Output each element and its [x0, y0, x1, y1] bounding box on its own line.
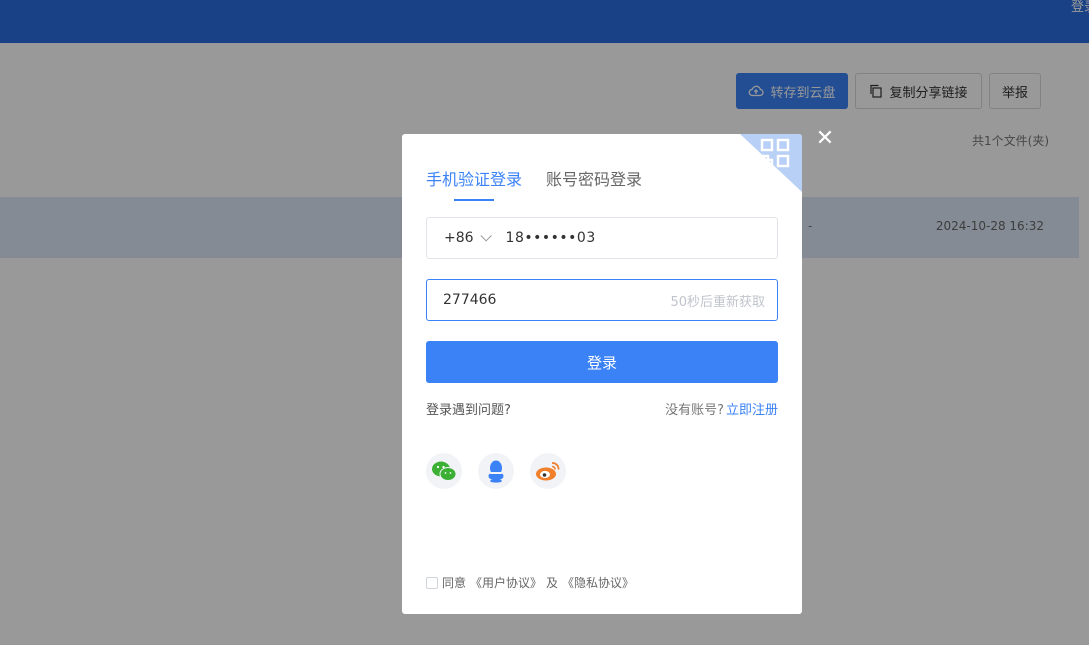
chevron-down-icon	[480, 230, 492, 242]
verification-code-input[interactable]: 277466	[443, 292, 496, 308]
tab-password-login[interactable]: 账号密码登录	[546, 166, 642, 201]
login-help-link[interactable]: 登录遇到问题?	[426, 399, 511, 418]
no-account-text: 没有账号?	[665, 403, 724, 418]
agreement-checkbox[interactable]	[426, 576, 438, 589]
country-code-value: +86	[444, 230, 474, 246]
agreement-prefix: 同意	[442, 576, 467, 590]
wechat-icon[interactable]	[426, 453, 462, 489]
login-button[interactable]: 登录	[426, 341, 778, 383]
agreement-row: 同意 《用户协议》及《隐私协议》	[426, 574, 634, 591]
login-modal: 手机验证登录 账号密码登录 +86 18••••••03 277466 50秒后…	[402, 134, 802, 614]
phone-field[interactable]: +86 18••••••03	[426, 217, 778, 259]
country-code-select[interactable]: +86	[444, 230, 492, 246]
agreement-and: 及	[546, 576, 559, 590]
register-prompt: 没有账号? 立即注册	[665, 399, 778, 418]
weibo-icon[interactable]	[530, 453, 566, 489]
close-icon[interactable]: ✕	[814, 128, 836, 150]
verification-code-field[interactable]: 277466 50秒后重新获取	[426, 279, 778, 321]
qr-code-login-icon[interactable]	[740, 134, 802, 192]
privacy-agreement-link[interactable]: 《隐私协议》	[562, 574, 634, 591]
user-agreement-link[interactable]: 《用户协议》	[470, 574, 542, 591]
tab-sms-login[interactable]: 手机验证登录	[426, 166, 522, 201]
qq-icon[interactable]	[478, 453, 514, 489]
phone-input[interactable]: 18••••••03	[506, 230, 596, 246]
resend-code-countdown: 50秒后重新获取	[670, 294, 765, 310]
register-link[interactable]: 立即注册	[726, 403, 778, 418]
login-tabs: 手机验证登录 账号密码登录	[426, 166, 642, 201]
social-login-row	[426, 453, 566, 489]
